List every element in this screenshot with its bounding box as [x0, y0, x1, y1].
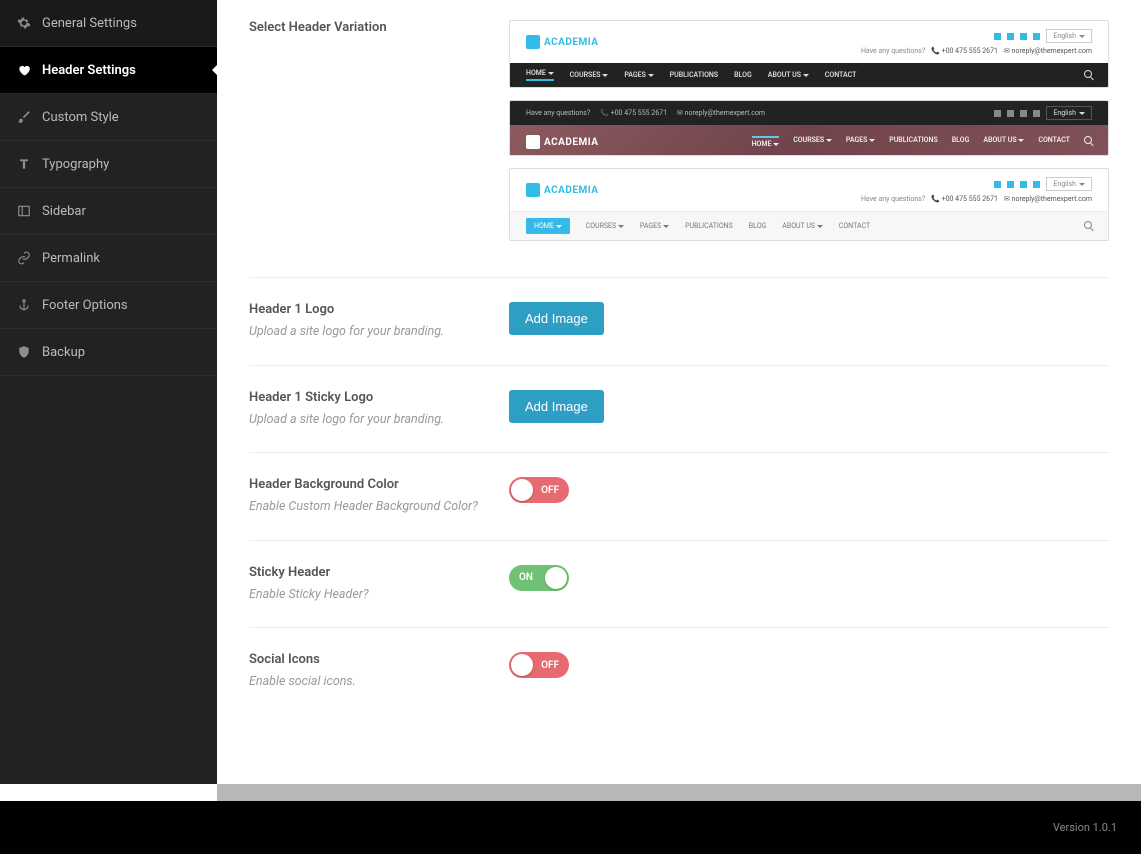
layout-icon: [16, 203, 32, 219]
header-variation-option-3[interactable]: ACADEMIA English Have any qu: [509, 168, 1109, 241]
toggle-knob: [511, 479, 533, 501]
language-select: English: [1046, 29, 1092, 43]
twitter-icon: [1007, 33, 1014, 40]
sidebar-item-backup[interactable]: Backup: [0, 329, 217, 376]
field-desc: Enable Sticky Header?: [249, 586, 509, 604]
settings-sidebar: General Settings Header Settings Custom …: [0, 0, 217, 784]
type-icon: [16, 156, 32, 172]
field-title: Header 1 Logo: [249, 302, 509, 317]
anchor-icon: [16, 297, 32, 313]
search-icon: [1084, 221, 1092, 231]
twitter-icon: [1007, 181, 1014, 188]
header-variation-option-2[interactable]: Have any questions? 📞 +00 475 555 2671 ✉…: [509, 100, 1109, 156]
skype-icon: [1033, 181, 1040, 188]
logo-icon: [526, 135, 540, 149]
toggle-knob: [511, 654, 533, 676]
linkedin-icon: [1020, 33, 1027, 40]
toggle-social-icons[interactable]: OFF: [509, 652, 569, 678]
sidebar-item-label: Sidebar: [42, 204, 86, 219]
preview-nav: HOME COURSES PAGES PUBLICATIONS BLOG ABO…: [510, 211, 1108, 240]
language-select: English: [1046, 177, 1092, 191]
sidebar-item-label: Backup: [42, 345, 85, 360]
header-variation-option-1[interactable]: ACADEMIA English Have any qu: [509, 20, 1109, 88]
brush-icon: [16, 109, 32, 125]
preview-logo: ACADEMIA: [526, 135, 599, 149]
toggle-header-bgcolor[interactable]: OFF: [509, 477, 569, 503]
sidebar-item-sidebar[interactable]: Sidebar: [0, 188, 217, 235]
twitter-icon: [1007, 110, 1014, 117]
add-image-button[interactable]: Add Image: [509, 390, 604, 423]
sidebar-item-label: Typography: [42, 157, 109, 172]
add-image-button[interactable]: Add Image: [509, 302, 604, 335]
field-desc: Enable Custom Header Background Color?: [249, 498, 509, 516]
language-select: English: [1046, 106, 1092, 120]
field-header-1-logo: Header 1 Logo Upload a site logo for you…: [249, 278, 1109, 366]
toggle-label: OFF: [541, 485, 559, 496]
sidebar-item-label: Footer Options: [42, 298, 128, 313]
gray-strip: [217, 784, 1141, 801]
sidebar-item-footer-options[interactable]: Footer Options: [0, 282, 217, 329]
toggle-label: OFF: [541, 660, 559, 671]
page-footer: Version 1.0.1: [0, 801, 1141, 854]
heart-icon: [16, 62, 32, 78]
field-title: Select Header Variation: [249, 20, 509, 35]
field-title: Header Background Color: [249, 477, 509, 492]
sidebar-item-label: General Settings: [42, 16, 137, 31]
field-header-variation: Select Header Variation ACADEMIA: [249, 20, 1109, 278]
link-icon: [16, 250, 32, 266]
preview-logo: ACADEMIA: [526, 183, 599, 197]
version-label: Version 1.0.1: [1053, 821, 1117, 834]
shield-icon: [16, 344, 32, 360]
field-title: Header 1 Sticky Logo: [249, 390, 509, 405]
preview-nav: HOME COURSES PAGES PUBLICATIONS BLOG ABO…: [752, 136, 1092, 148]
sidebar-item-typography[interactable]: Typography: [0, 141, 217, 188]
field-title: Sticky Header: [249, 565, 509, 580]
toggle-label: ON: [519, 572, 533, 583]
settings-main: Select Header Variation ACADEMIA: [217, 0, 1141, 784]
cogs-icon: [16, 15, 32, 31]
facebook-icon: [994, 33, 1001, 40]
sidebar-item-label: Permalink: [42, 251, 100, 266]
field-desc: Upload a site logo for your branding.: [249, 323, 509, 341]
facebook-icon: [994, 110, 1001, 117]
logo-icon: [526, 183, 540, 197]
search-icon: [1084, 70, 1092, 80]
sidebar-item-permalink[interactable]: Permalink: [0, 235, 217, 282]
sidebar-item-label: Custom Style: [42, 110, 119, 125]
sidebar-item-custom-style[interactable]: Custom Style: [0, 94, 217, 141]
sidebar-item-general-settings[interactable]: General Settings: [0, 0, 217, 47]
search-icon: [1084, 136, 1092, 148]
toggle-sticky-header[interactable]: ON: [509, 565, 569, 591]
sidebar-item-header-settings[interactable]: Header Settings: [0, 47, 217, 94]
field-social-icons: Social Icons Enable social icons. OFF: [249, 628, 1109, 715]
linkedin-icon: [1020, 110, 1027, 117]
field-header-bgcolor: Header Background Color Enable Custom He…: [249, 453, 1109, 541]
field-header-1-sticky-logo: Header 1 Sticky Logo Upload a site logo …: [249, 366, 1109, 454]
field-desc: Upload a site logo for your branding.: [249, 411, 509, 429]
preview-nav: HOME COURSES PAGES PUBLICATIONS BLOG ABO…: [510, 63, 1108, 87]
preview-logo: ACADEMIA: [526, 35, 599, 49]
skype-icon: [1033, 33, 1040, 40]
field-title: Social Icons: [249, 652, 509, 667]
field-desc: Enable social icons.: [249, 673, 509, 691]
skype-icon: [1033, 110, 1040, 117]
logo-icon: [526, 35, 540, 49]
linkedin-icon: [1020, 181, 1027, 188]
toggle-knob: [545, 567, 567, 589]
field-sticky-header: Sticky Header Enable Sticky Header? ON: [249, 541, 1109, 629]
sidebar-item-label: Header Settings: [42, 63, 136, 78]
facebook-icon: [994, 181, 1001, 188]
